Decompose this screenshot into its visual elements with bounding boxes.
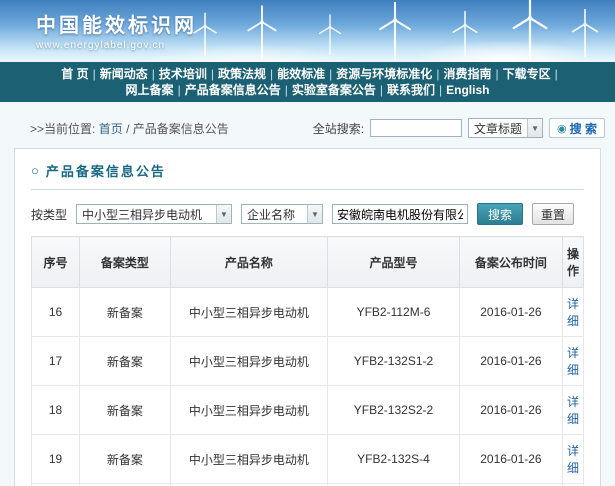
site-search-label: 全站搜索: <box>313 120 364 137</box>
site-logo: 中国能效标识网 www.energylabel.gov.cn <box>36 9 197 51</box>
nav-item-standards[interactable]: 能效标准 <box>273 67 329 81</box>
page-title: 产品备案信息公告 <box>46 161 166 180</box>
page: 中国能效标识网 www.energylabel.gov.cn 首 页|新闻动态|… <box>0 0 615 486</box>
cell-product-name: 中小型三相异步电动机 <box>170 386 328 435</box>
cell-product-name: 中小型三相异步电动机 <box>170 337 328 386</box>
site-search-category-value: 文章标题 <box>469 120 527 137</box>
table-row: 16 新备案 中小型三相异步电动机 YFB2-112M-6 2016-01-26… <box>32 288 584 337</box>
site-url: www.energylabel.gov.cn <box>36 40 197 51</box>
cell-action: 详细 <box>562 435 583 484</box>
cell-publish-date: 2016-01-26 <box>459 288 562 337</box>
site-title: 中国能效标识网 <box>36 9 197 38</box>
col-header-filing-type: 备案类型 <box>80 237 171 288</box>
filter-type-value: 中小型三相异步电动机 <box>77 206 207 223</box>
filter-reset-button[interactable]: 重置 <box>532 203 574 225</box>
filter-type-label: 按类型 <box>31 206 67 223</box>
toolbar-row: >>当前位置: 首页 / 产品备案信息公告 全站搜索: 文章标题 ▼ ◉ 搜 索 <box>0 112 615 144</box>
cell-serial: 18 <box>32 386 80 435</box>
filter-search-button[interactable]: 搜索 <box>477 203 523 225</box>
table-header-row: 序号 备案类型 产品名称 产品型号 备案公布时间 操作 <box>32 237 584 288</box>
nav-item-resources[interactable]: 资源与环境标准化 <box>332 67 436 81</box>
cell-product-model: YFB2-132S1-2 <box>328 337 460 386</box>
nav-item-product-filing-notice[interactable]: 产品备案信息公告 <box>181 83 285 97</box>
search-icon: ◉ <box>557 122 567 135</box>
detail-link[interactable]: 详细 <box>567 346 579 377</box>
detail-link[interactable]: 详细 <box>567 444 579 475</box>
chevron-down-icon: ▼ <box>307 205 322 223</box>
cell-serial: 17 <box>32 337 80 386</box>
filter-field-value: 企业名称 <box>242 206 300 223</box>
site-search-category-select[interactable]: 文章标题 ▼ <box>468 118 543 138</box>
filter-type-select[interactable]: 中小型三相异步电动机 ▼ <box>76 204 232 224</box>
nav-item-contact[interactable]: 联系我们 <box>383 83 439 97</box>
filter-field-select[interactable]: 企业名称 ▼ <box>241 204 323 224</box>
table-row: 19 新备案 中小型三相异步电动机 YFB2-132S-4 2016-01-26… <box>32 435 584 484</box>
main-nav: 首 页|新闻动态|技术培训|政策法规|能效标准|资源与环境标准化|消费指南|下载… <box>0 62 615 102</box>
filing-results-table: 序号 备案类型 产品名称 产品型号 备案公布时间 操作 16 新备案 中小型三相… <box>31 236 584 486</box>
nav-item-downloads[interactable]: 下载专区 <box>499 67 555 81</box>
chevron-down-icon: ▼ <box>216 205 231 223</box>
col-header-publish-date: 备案公布时间 <box>459 237 562 288</box>
nav-item-news[interactable]: 新闻动态 <box>96 67 152 81</box>
circle-bullet-icon: ○ <box>31 163 39 178</box>
table-row: 17 新备案 中小型三相异步电动机 YFB2-132S1-2 2016-01-2… <box>32 337 584 386</box>
cell-filing-type: 新备案 <box>80 288 171 337</box>
cell-action: 详细 <box>562 337 583 386</box>
table-row: 18 新备案 中小型三相异步电动机 YFB2-132S2-2 2016-01-2… <box>32 386 584 435</box>
cell-action: 详细 <box>562 288 583 337</box>
site-search-button-label: 搜 索 <box>570 120 597 137</box>
cell-filing-type: 新备案 <box>80 337 171 386</box>
cell-publish-date: 2016-01-26 <box>459 386 562 435</box>
cell-publish-date: 2016-01-26 <box>459 337 562 386</box>
nav-item-online-filing[interactable]: 网上备案 <box>122 83 178 97</box>
site-search-button[interactable]: ◉ 搜 索 <box>549 118 605 138</box>
cell-product-model: YFB2-112M-6 <box>328 288 460 337</box>
cell-product-name: 中小型三相异步电动机 <box>170 435 328 484</box>
cell-serial: 19 <box>32 435 80 484</box>
cell-publish-date: 2016-01-26 <box>459 435 562 484</box>
nav-separator: | <box>555 67 558 81</box>
site-search-input[interactable] <box>370 119 462 137</box>
detail-link[interactable]: 详细 <box>567 395 579 426</box>
product-filing-panel: ○ 产品备案信息公告 按类型 中小型三相异步电动机 ▼ 企业名称 ▼ 搜索 重置 <box>14 148 601 486</box>
cell-product-model: YFB2-132S-4 <box>328 435 460 484</box>
site-search: 全站搜索: 文章标题 ▼ ◉ 搜 索 <box>313 118 605 138</box>
panel-title-row: ○ 产品备案信息公告 <box>31 161 584 190</box>
cell-filing-type: 新备案 <box>80 435 171 484</box>
cell-filing-type: 新备案 <box>80 386 171 435</box>
nav-item-home[interactable]: 首 页 <box>57 67 92 81</box>
col-header-action: 操作 <box>562 237 583 288</box>
cell-product-name: 中小型三相异步电动机 <box>170 288 328 337</box>
breadcrumb: >>当前位置: 首页 / 产品备案信息公告 <box>30 120 229 137</box>
nav-item-consumer-guide[interactable]: 消费指南 <box>439 67 495 81</box>
breadcrumb-prefix: >>当前位置: <box>30 122 95 136</box>
chevron-down-icon: ▼ <box>527 119 542 137</box>
cell-product-model: YFB2-132S2-2 <box>328 386 460 435</box>
nav-item-english[interactable]: English <box>442 83 493 97</box>
nav-item-training[interactable]: 技术培训 <box>155 67 211 81</box>
cell-action: 详细 <box>562 386 583 435</box>
breadcrumb-home-link[interactable]: 首页 <box>99 122 123 136</box>
col-header-product-name: 产品名称 <box>170 237 328 288</box>
nav-item-policy[interactable]: 政策法规 <box>214 67 270 81</box>
detail-link[interactable]: 详细 <box>567 297 579 328</box>
cell-serial: 16 <box>32 288 80 337</box>
breadcrumb-current: 产品备案信息公告 <box>133 122 229 136</box>
col-header-serial: 序号 <box>32 237 80 288</box>
breadcrumb-separator: / <box>126 122 129 136</box>
content-area: >>当前位置: 首页 / 产品备案信息公告 全站搜索: 文章标题 ▼ ◉ 搜 索 <box>0 102 615 486</box>
site-banner: 中国能效标识网 www.energylabel.gov.cn <box>0 0 615 62</box>
col-header-product-model: 产品型号 <box>328 237 460 288</box>
nav-item-lab-filing-notice[interactable]: 实验室备案公告 <box>288 83 380 97</box>
filter-keyword-input[interactable] <box>332 204 468 224</box>
filter-row: 按类型 中小型三相异步电动机 ▼ 企业名称 ▼ 搜索 重置 <box>31 203 584 225</box>
